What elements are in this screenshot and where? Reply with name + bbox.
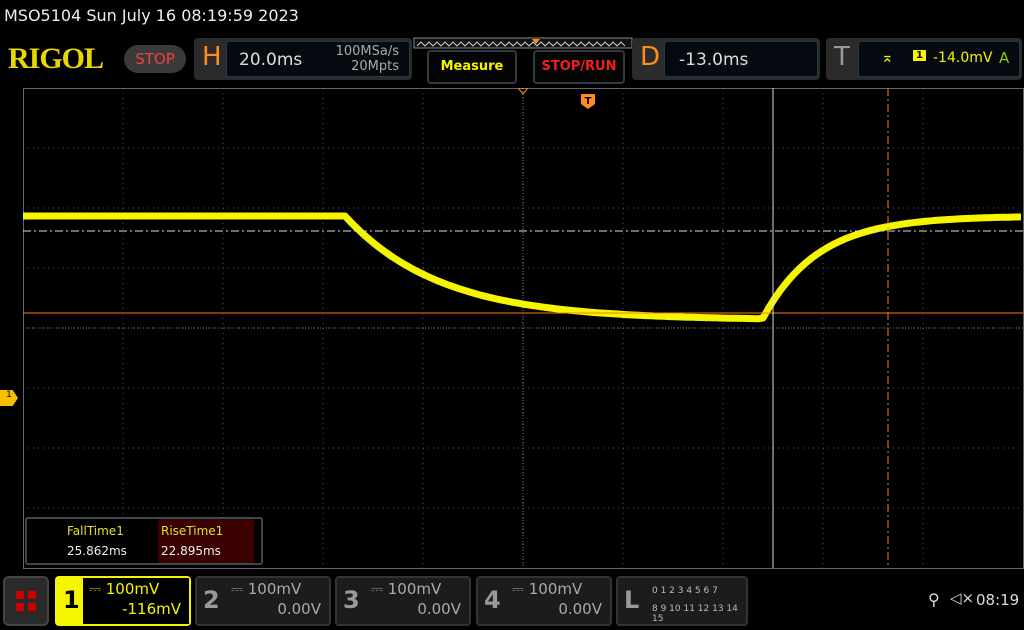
trigger-source: 1	[913, 50, 926, 61]
channel-3-button[interactable]: 3 ⎓ 100mV 0.00V	[335, 576, 471, 626]
measurement-label: RiseTime1	[161, 524, 224, 538]
channel-2-button[interactable]: 2 ⎓ 100mV 0.00V	[195, 576, 331, 626]
memory-depth: 20Mpts	[351, 59, 399, 74]
channel-offset: 0.00V	[277, 600, 321, 618]
measure-button[interactable]: Measure	[427, 50, 517, 84]
channel-4-button[interactable]: 4 ⎓ 100mV 0.00V	[476, 576, 612, 626]
channel-number: 3	[343, 586, 360, 614]
rigol-logo: RIGOL	[8, 42, 104, 75]
channel-number: 2	[203, 586, 220, 614]
logic-label: L	[624, 586, 640, 614]
measurement-value: 22.895ms	[161, 544, 221, 558]
channel-scale: 100mV	[387, 580, 442, 598]
measurement-risetime[interactable]: RiseTime1 22.895ms	[158, 519, 254, 563]
trigger-mode: A	[999, 49, 1010, 67]
measurement-panel: FallTime1 25.862ms RiseTime1 22.895ms	[25, 517, 263, 565]
measurement-value: 25.862ms	[67, 544, 127, 558]
logic-button[interactable]: L 0 1 2 3 4 5 6 7 8 9 10 11 12 13 14 15	[616, 576, 748, 626]
mute-icon[interactable]: ◁×	[950, 589, 974, 607]
usb-icon: ⚲	[928, 590, 940, 609]
channel-offset: 0.00V	[417, 600, 461, 618]
trigger-level: -14.0mV	[933, 50, 993, 66]
delay-label: D	[640, 42, 661, 72]
run-state-badge[interactable]: STOP	[124, 45, 186, 73]
trigger-label: T	[834, 42, 850, 72]
ch1-offset-marker[interactable]: 1	[0, 390, 18, 406]
delay-panel[interactable]: D -13.0ms	[632, 38, 820, 80]
channel-offset: -116mV	[122, 600, 181, 618]
grid-menu-icon	[16, 591, 36, 611]
channel-scale: 100mV	[247, 580, 302, 598]
delay-value: -13.0ms	[679, 50, 749, 70]
channel-scale: 100mV	[528, 580, 583, 598]
trigger-panel[interactable]: T ⌅ 1 -14.0mV A	[826, 38, 1022, 80]
measurement-falltime[interactable]: FallTime1 25.862ms	[27, 519, 157, 563]
horizontal-panel[interactable]: H 20.0ms 100MSa/s 20Mpts	[194, 38, 412, 80]
channel-1-button[interactable]: 1 ⎓ 100mV -116mV	[55, 576, 191, 626]
channel-number: 1	[63, 586, 80, 614]
channel-scale: 100mV	[105, 580, 160, 598]
rising-edge-icon: ⌅	[881, 48, 894, 66]
menu-button[interactable]	[3, 576, 49, 626]
waveform-display[interactable]: T	[23, 88, 1024, 569]
timebase-value: 20.0ms	[239, 50, 303, 70]
stop-run-button[interactable]: STOP/RUN	[533, 50, 625, 84]
sample-rate: 100MSa/s	[335, 44, 399, 59]
horizontal-label: H	[202, 42, 222, 72]
svg-text:T: T	[585, 96, 592, 107]
channel-number: 4	[484, 586, 501, 614]
measurement-label: FallTime1	[67, 524, 124, 538]
logic-channels-row1: 0 1 2 3 4 5 6 7	[652, 586, 718, 596]
window-title: MSO5104 Sun July 16 08:19:59 2023	[4, 6, 299, 25]
trigger-time-marker: T	[581, 94, 595, 109]
memory-position-bar[interactable]	[413, 37, 633, 51]
clock: 08:19	[976, 591, 1020, 609]
logic-channels-row2: 8 9 10 11 12 13 14 15	[652, 604, 738, 624]
channel-offset: 0.00V	[558, 600, 602, 618]
